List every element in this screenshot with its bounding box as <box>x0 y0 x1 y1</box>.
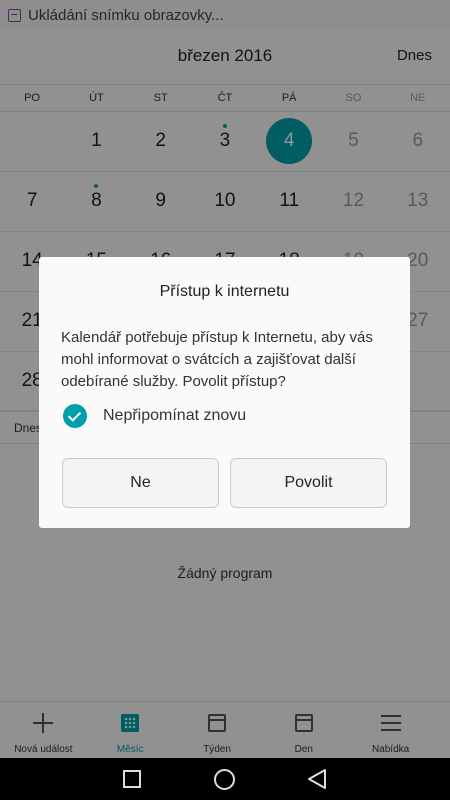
dialog-title: Přístup k internetu <box>159 283 290 300</box>
checkbox-label: Nepřipomínat znovu <box>103 407 247 424</box>
system-nav-bar <box>0 758 450 800</box>
calendar-app: Ukládání snímku obrazovky... březen 2016… <box>0 0 450 800</box>
back-icon[interactable] <box>306 768 328 790</box>
deny-button[interactable]: Ne <box>62 458 219 508</box>
checkbox-checked-icon[interactable] <box>63 404 87 428</box>
dont-remind-checkbox-row[interactable]: Nepřipomínat znovu <box>63 404 246 428</box>
dialog-message: Kalendář potřebuje přístup k Internetu, … <box>61 329 373 390</box>
internet-access-dialog: Přístup k internetu Kalendář potřebuje p… <box>39 257 410 528</box>
recent-apps-icon[interactable] <box>123 770 141 788</box>
allow-button[interactable]: Povolit <box>230 458 387 508</box>
home-icon[interactable] <box>214 769 235 790</box>
